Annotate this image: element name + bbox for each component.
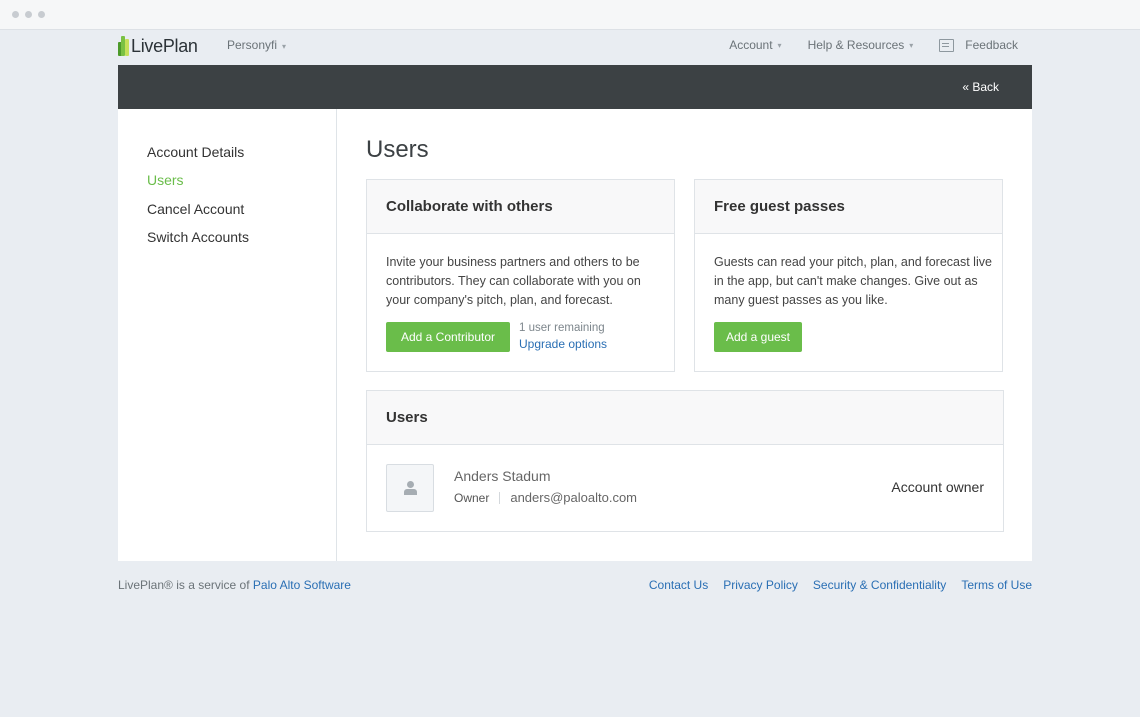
collaborate-text: Invite your business partners and others… (386, 255, 641, 307)
chevron-down-icon: ▾ (282, 42, 287, 51)
guest-passes-heading: Free guest passes (695, 180, 1002, 234)
help-menu[interactable]: Help & Resources ▾ (808, 38, 914, 52)
users-remaining: 1 user remaining (519, 322, 605, 334)
back-link[interactable]: « Back (962, 80, 999, 94)
add-contributor-button[interactable]: Add a Contributor (386, 322, 510, 352)
user-meta: Owner anders@paloalto.com (454, 490, 637, 505)
user-name: Anders Stadum (454, 468, 551, 484)
footer: LivePlan® is a service of Palo Alto Soft… (118, 578, 1032, 592)
company-name: Personyfi (227, 38, 278, 52)
user-placeholder-icon (404, 481, 417, 495)
collaborate-heading: Collaborate with others (367, 180, 674, 234)
window-minimize-dot[interactable] (25, 11, 32, 18)
page-title: Users (366, 136, 429, 163)
terms-link[interactable]: Terms of Use (961, 578, 1032, 592)
account-menu[interactable]: Account ▾ (729, 38, 781, 52)
privacy-policy-link[interactable]: Privacy Policy (723, 578, 798, 592)
header-bar: « Back (118, 65, 1032, 109)
feedback-link[interactable]: Feedback (939, 38, 1018, 52)
users-heading: Users (367, 391, 1003, 445)
browser-window-bar (0, 0, 1140, 30)
users-card: Users Anders Stadum Owner anders@paloalt… (366, 390, 1004, 532)
sidebar-item-switch-accounts[interactable]: Switch Accounts (147, 229, 249, 245)
feedback-label: Feedback (965, 38, 1018, 52)
collaborate-card: Collaborate with others Invite your busi… (366, 179, 675, 372)
liveplan-logo[interactable]: LivePlan (118, 35, 198, 57)
account-menu-label: Account (729, 38, 773, 52)
security-link[interactable]: Security & Confidentiality (813, 578, 946, 592)
user-role-label: Owner (454, 490, 490, 505)
nav-right: Account ▾ Help & Resources ▾ Feedback (703, 38, 1018, 52)
contact-us-link[interactable]: Contact Us (649, 578, 708, 592)
company-switcher[interactable]: Personyfi ▾ (227, 38, 286, 52)
logo-mark-icon (118, 36, 129, 56)
feedback-icon (939, 38, 955, 52)
user-email: anders@paloalto.com (510, 490, 637, 505)
sidebar-item-account-details[interactable]: Account Details (147, 144, 244, 160)
chevron-down-icon: ▾ (909, 40, 914, 50)
guest-passes-text: Guests can read your pitch, plan, and fo… (714, 255, 992, 307)
sidebar-item-cancel-account[interactable]: Cancel Account (147, 201, 244, 217)
guest-passes-card: Free guest passes Guests can read your p… (694, 179, 1003, 372)
avatar (386, 464, 434, 512)
palo-alto-link[interactable]: Palo Alto Software (253, 578, 351, 592)
sidebar-item-users[interactable]: Users (147, 172, 184, 188)
add-guest-button[interactable]: Add a guest (714, 322, 802, 352)
logo-text: LivePlan (131, 35, 198, 56)
upgrade-options-link[interactable]: Upgrade options (519, 337, 607, 351)
window-close-dot[interactable] (12, 11, 19, 18)
footer-prefix: LivePlan® is a service of (118, 578, 253, 592)
user-status: Account owner (891, 479, 984, 495)
top-navigation: LivePlan Personyfi ▾ Account ▾ Help & Reso… (118, 30, 1032, 65)
divider (499, 491, 501, 504)
chevron-down-icon: ▾ (777, 40, 782, 50)
footer-links: Contact Us Privacy Policy Security & Con… (634, 578, 1032, 592)
window-maximize-dot[interactable] (38, 11, 45, 18)
help-menu-label: Help & Resources (807, 38, 905, 52)
main-panel: Account Details Users Cancel Account Swi… (118, 109, 1032, 561)
account-sidebar: Account Details Users Cancel Account Swi… (118, 109, 337, 561)
